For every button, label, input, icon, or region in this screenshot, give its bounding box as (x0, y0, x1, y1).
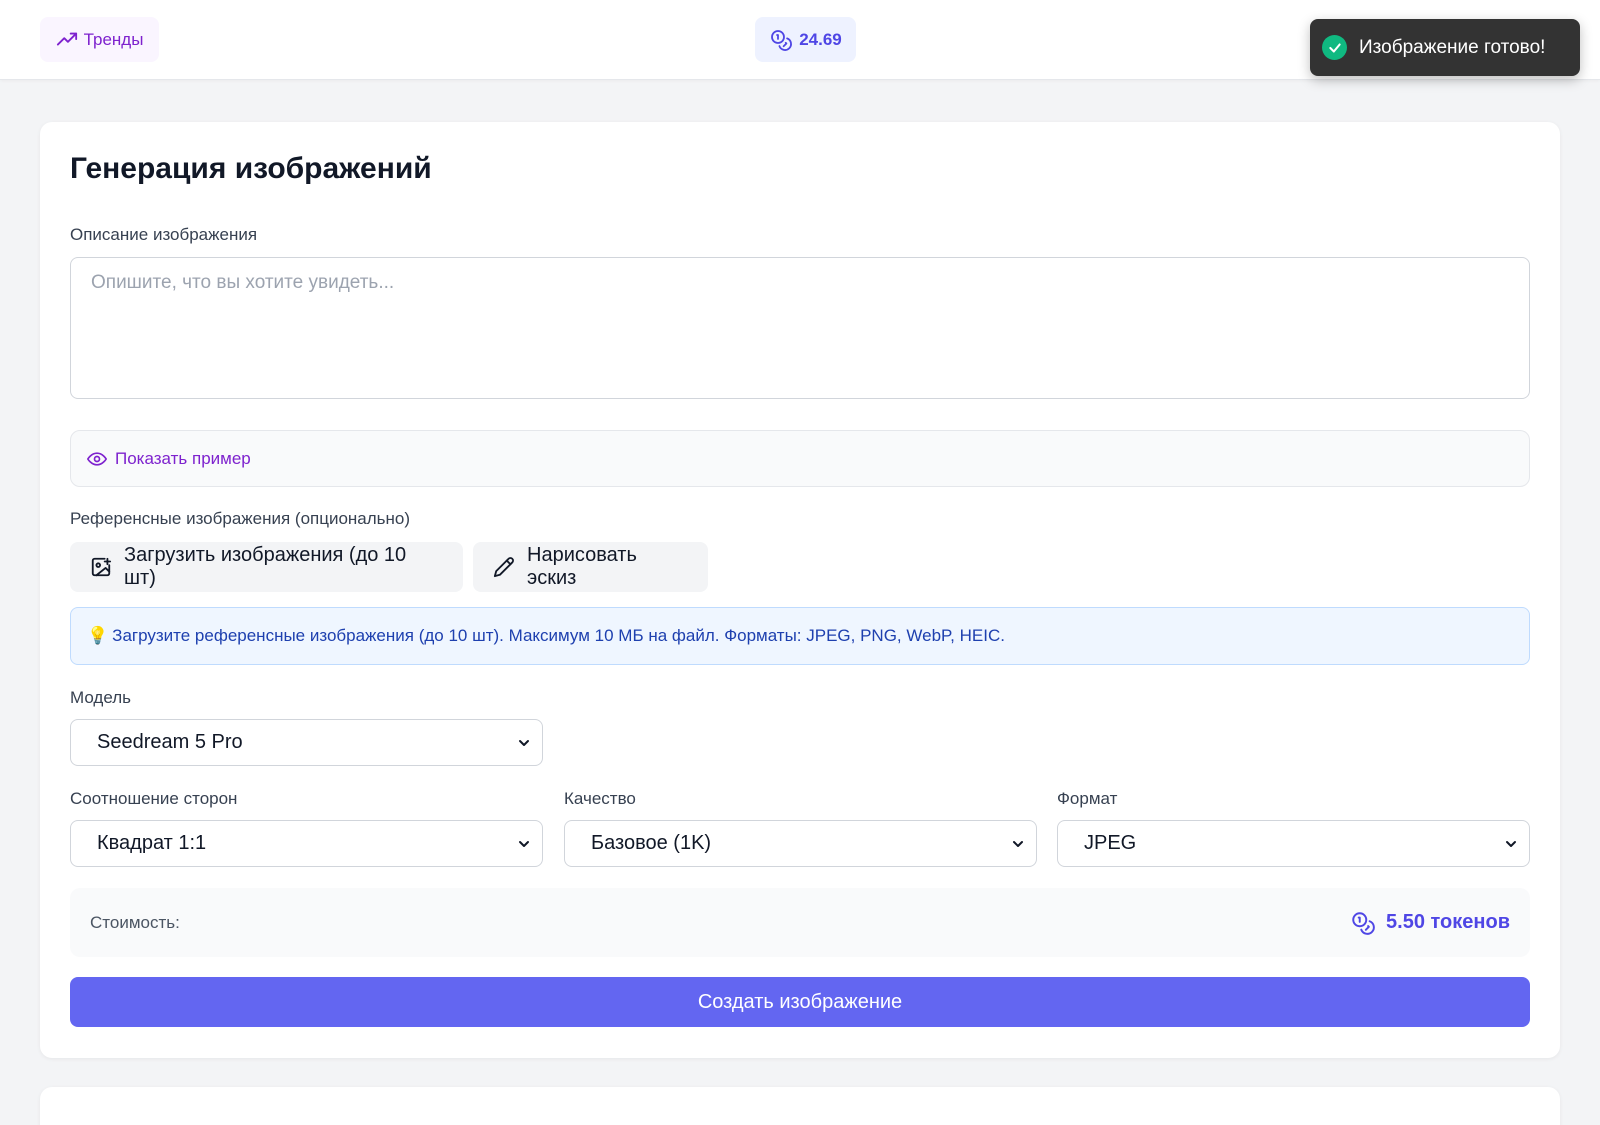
reference-info-box: 💡 Загрузите референсные изображения (до … (70, 607, 1530, 665)
model-select[interactable]: Seedream 5 Pro (70, 719, 543, 766)
format-label: Формат (1057, 789, 1118, 808)
show-example-label: Показать пример (115, 448, 251, 468)
page-title: Генерация изображений (70, 152, 432, 185)
model-label: Модель (70, 688, 132, 707)
cost-label: Стоимость: (90, 912, 180, 932)
cost-value: 5.50 токенов (1350, 910, 1510, 936)
format-select-value: JPEG (1084, 832, 1137, 854)
aspect-ratio-select[interactable]: Квадрат 1:1 (70, 820, 543, 867)
upload-images-button[interactable]: Загрузить изображения (до 10 шт) (70, 542, 463, 592)
trends-label: Тренды (83, 29, 144, 49)
reference-label: Референсные изображения (опционально) (70, 509, 411, 528)
check-circle-icon (1322, 35, 1347, 60)
lightbulb-icon: 💡 (87, 626, 109, 645)
description-label: Описание изображения (70, 225, 258, 244)
chevron-down-icon (516, 735, 532, 751)
balance-value: 24.69 (799, 29, 842, 49)
quality-label: Качество (564, 789, 636, 808)
model-select-value: Seedream 5 Pro (97, 731, 243, 753)
coins-icon (1350, 910, 1376, 936)
image-plus-icon (90, 556, 112, 578)
cost-summary: Стоимость: 5.50 токенов (70, 888, 1530, 957)
draw-sketch-button[interactable]: Нарисовать эскиз (473, 542, 708, 592)
top-bar: Тренды 24.69 Изображение готово! (0, 0, 1600, 80)
chevron-down-icon (1503, 836, 1519, 852)
token-balance: 24.69 (755, 17, 856, 62)
show-example-button[interactable]: Показать пример (70, 430, 1530, 487)
draw-sketch-label: Нарисовать эскиз (527, 544, 637, 589)
trends-button[interactable]: Тренды (40, 17, 159, 62)
toast-message: Изображение готово! (1359, 36, 1546, 58)
upload-images-label: Загрузить изображения (до 10 шт) (124, 544, 407, 589)
toast-notification: Изображение готово! (1310, 19, 1580, 76)
pencil-icon (493, 556, 515, 578)
image-generation-card: Генерация изображений Описание изображен… (40, 122, 1560, 1058)
coins-icon (769, 28, 793, 52)
aspect-ratio-label: Соотношение сторон (70, 789, 238, 808)
format-select[interactable]: JPEG (1057, 820, 1530, 867)
secondary-card (40, 1087, 1560, 1125)
description-input[interactable] (70, 257, 1530, 399)
quality-select-value: Базовое (1K) (591, 832, 712, 854)
quality-select[interactable]: Базовое (1K) (564, 820, 1037, 867)
chevron-down-icon (516, 836, 532, 852)
trending-up-icon (56, 29, 78, 51)
eye-icon (87, 449, 107, 469)
cost-amount: 5.50 токенов (1386, 911, 1510, 933)
aspect-ratio-select-value: Квадрат 1:1 (97, 832, 207, 854)
chevron-down-icon (1010, 836, 1026, 852)
create-image-button[interactable]: Создать изображение (70, 977, 1530, 1027)
reference-info-text: Загрузите референсные изображения (до 10… (112, 626, 1005, 645)
